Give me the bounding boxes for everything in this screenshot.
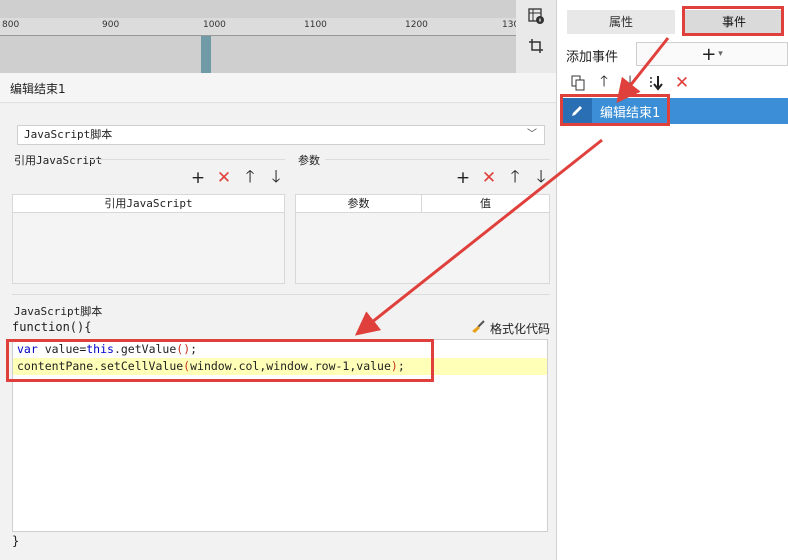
add-icon[interactable]: + (455, 168, 471, 188)
ruler-scale (0, 18, 516, 36)
highlight-box (6, 339, 434, 382)
move-up-icon[interactable]: 🡑 (242, 167, 258, 187)
ruler-tick-label: 1200 (405, 20, 428, 30)
ruler-tick-label: 1000 (203, 20, 226, 30)
editor-title: 编辑结束1 (10, 82, 66, 96)
ruler-tick-label: 1300 (502, 20, 516, 30)
ref-js-toolbar: + ✕ 🡑 🡓 (190, 167, 284, 189)
add-event-label: 添加事件 (566, 50, 619, 65)
table-header: 引用JavaScript (13, 195, 284, 213)
column-header[interactable]: 参数 (296, 195, 422, 212)
delete-icon[interactable]: ✕ (216, 168, 232, 188)
format-code-label: 格式化代码 (490, 322, 551, 336)
editor-header (0, 73, 556, 103)
format-code-button[interactable]: 格式化代码 (470, 320, 550, 337)
event-toolbar: 🡑 🡓 ✕ (570, 72, 690, 94)
js-section-label: JavaScript脚本 (14, 305, 103, 318)
ruler: 800 900 1000 1100 1200 1300 (0, 0, 516, 73)
copy-icon[interactable] (570, 74, 586, 92)
param-section-label: 参数 (298, 154, 320, 167)
move-down-icon[interactable]: 🡓 (622, 72, 638, 92)
chevron-down-icon: ▾ (718, 49, 723, 59)
crop-icon[interactable] (526, 36, 546, 56)
add-icon[interactable]: + (190, 168, 206, 188)
param-table[interactable]: 参数 值 (295, 194, 550, 284)
highlight-box (560, 94, 670, 126)
divider (90, 159, 285, 160)
move-to-bottom-icon[interactable] (648, 74, 664, 92)
column-header[interactable]: 引用JavaScript (13, 195, 284, 212)
ref-js-table[interactable]: 引用JavaScript (12, 194, 285, 284)
plus-icon: + (701, 43, 717, 65)
move-down-icon[interactable]: 🡓 (268, 167, 284, 187)
table-info-icon[interactable] (526, 6, 546, 26)
ref-js-section-label: 引用JavaScript (14, 154, 103, 167)
chevron-down-icon: ﹀ (527, 129, 537, 140)
table-header: 参数 值 (296, 195, 549, 213)
param-toolbar: + ✕ 🡑 🡓 (455, 167, 549, 189)
add-event-button[interactable]: + ▾ (636, 42, 788, 66)
tab-properties[interactable]: 属性 (567, 10, 675, 34)
ruler-tick-label: 1100 (304, 20, 327, 30)
delete-icon[interactable]: ✕ (674, 73, 690, 93)
column-header[interactable]: 值 (422, 195, 549, 212)
ruler-tick-label: 900 (102, 20, 120, 30)
move-down-icon[interactable]: 🡓 (533, 167, 549, 187)
function-tail: } (12, 534, 20, 548)
highlight-box (682, 6, 784, 36)
delete-icon[interactable]: ✕ (481, 168, 497, 188)
ruler-position-marker (201, 36, 211, 73)
script-type-select[interactable]: JavaScript脚本 ﹀ (17, 125, 545, 145)
ruler-tick-label: 800 (2, 20, 20, 30)
divider (12, 294, 550, 295)
move-up-icon[interactable]: 🡑 (596, 72, 612, 92)
function-head: function(){ (12, 320, 92, 334)
script-type-value: JavaScript脚本 (24, 128, 113, 141)
move-up-icon[interactable]: 🡑 (507, 167, 523, 187)
broom-icon (470, 320, 486, 337)
side-toolbar (516, 0, 556, 73)
divider (325, 159, 550, 160)
